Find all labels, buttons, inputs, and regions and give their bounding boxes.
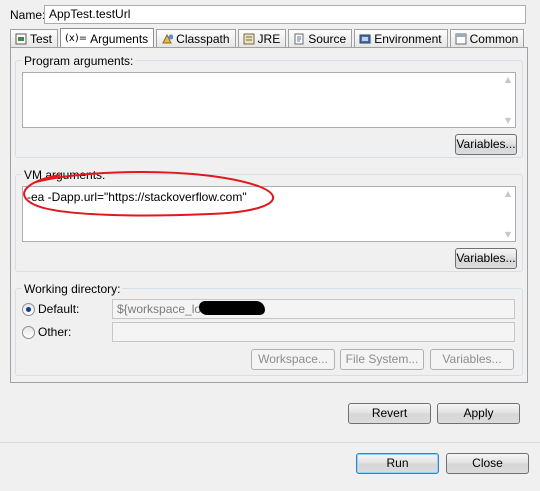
close-button[interactable]: Close xyxy=(446,453,529,474)
tab-arguments[interactable]: (x)= Arguments xyxy=(60,28,155,47)
revert-button[interactable]: Revert xyxy=(348,403,431,424)
radio-selected-dot xyxy=(26,307,31,312)
tab-label: Environment xyxy=(374,32,442,46)
default-directory-field: ${workspace_loc: xyxy=(112,299,515,319)
tab-environment[interactable]: Environment xyxy=(354,29,448,47)
default-label: Default: xyxy=(38,302,80,316)
vm-arguments-title: VM arguments: xyxy=(22,168,108,182)
scroll-up-icon[interactable]: ▲ xyxy=(505,189,511,198)
tab-label: Arguments xyxy=(90,31,149,46)
working-directory-title: Working directory: xyxy=(22,282,123,296)
test-icon xyxy=(15,33,27,45)
apply-button[interactable]: Apply xyxy=(437,403,520,424)
scroll-down-icon[interactable]: ▼ xyxy=(505,116,511,125)
tab-label: Source xyxy=(308,32,347,46)
tab-label: Test xyxy=(30,32,53,46)
tab-common[interactable]: Common xyxy=(449,29,525,47)
jre-icon xyxy=(243,33,255,45)
tab-test[interactable]: Test xyxy=(10,29,59,47)
other-label: Other: xyxy=(38,325,72,339)
workspace-button[interactable]: Workspace... xyxy=(251,349,335,370)
redaction-scribble xyxy=(199,301,265,315)
vm-arguments-value: -ea -Dapp.url="https://stackoverflow.com… xyxy=(27,190,247,204)
classpath-icon xyxy=(161,33,174,45)
vm-arguments-group: VM arguments: -ea -Dapp.url="https://sta… xyxy=(15,168,523,272)
name-label: Name: xyxy=(10,8,46,22)
working-directory-group: Working directory: Default: ${workspace_… xyxy=(15,282,523,376)
tab-label: Common xyxy=(469,32,519,46)
common-icon xyxy=(455,33,467,45)
program-arguments-scrollbar[interactable]: ▲ ▼ xyxy=(498,73,515,127)
program-variables-button[interactable]: Variables... xyxy=(455,134,517,155)
default-radio[interactable] xyxy=(22,303,35,316)
vm-variables-button[interactable]: Variables... xyxy=(455,248,517,269)
environment-icon xyxy=(359,33,371,45)
name-input[interactable]: AppTest.testUrl xyxy=(44,5,526,24)
working-variables-button[interactable]: Variables... xyxy=(430,349,514,370)
tab-classpath[interactable]: Classpath xyxy=(156,29,236,47)
arguments-icon: (x)= xyxy=(65,33,88,44)
other-directory-field[interactable] xyxy=(112,322,515,342)
program-arguments-textarea[interactable]: ▲ ▼ xyxy=(22,72,516,128)
other-radio[interactable] xyxy=(22,326,35,339)
scroll-up-icon[interactable]: ▲ xyxy=(505,75,511,84)
tab-jre[interactable]: JRE xyxy=(237,29,287,47)
scroll-down-icon[interactable]: ▼ xyxy=(505,230,511,239)
vm-arguments-textarea[interactable]: -ea -Dapp.url="https://stackoverflow.com… xyxy=(22,186,516,242)
vm-arguments-scrollbar[interactable]: ▲ ▼ xyxy=(498,187,515,241)
run-button[interactable]: Run xyxy=(356,453,439,474)
arguments-panel: Program arguments: ▲ ▼ Variables... VM a… xyxy=(10,47,528,383)
file-system-button[interactable]: File System... xyxy=(340,349,424,370)
program-arguments-group: Program arguments: ▲ ▼ Variables... xyxy=(15,54,523,158)
program-arguments-title: Program arguments: xyxy=(22,54,136,68)
tab-bar: Test (x)= Arguments Classpath JRE Source… xyxy=(10,28,526,47)
source-icon xyxy=(293,33,305,45)
tab-label: Classpath xyxy=(176,32,230,46)
tab-label: JRE xyxy=(257,32,281,46)
tab-source[interactable]: Source xyxy=(288,29,353,47)
separator xyxy=(0,442,540,443)
